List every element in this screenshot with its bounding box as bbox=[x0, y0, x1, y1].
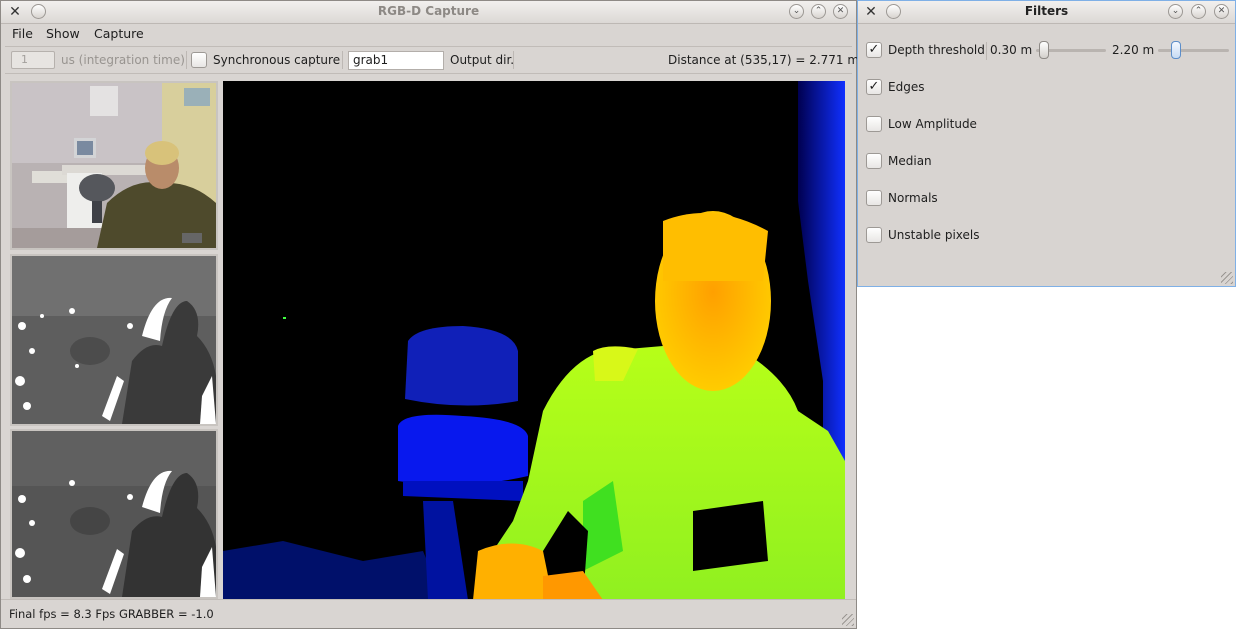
integration-time-label: us (integration time) bbox=[61, 53, 185, 67]
low-amplitude-checkbox[interactable] bbox=[866, 116, 882, 132]
maximize-icon[interactable]: ⌃ bbox=[811, 4, 826, 19]
depth-min-label: 0.30 m bbox=[990, 43, 1033, 57]
minimize-icon[interactable]: ⌄ bbox=[789, 4, 804, 19]
unstable-pixels-label: Unstable pixels bbox=[888, 228, 980, 242]
toolbar-separator bbox=[513, 51, 514, 69]
depth-gray-view-2[interactable] bbox=[10, 429, 218, 599]
depth-gray-image-2 bbox=[12, 431, 216, 597]
toolbar-separator bbox=[342, 51, 343, 69]
rgbd-capture-window: ✕ RGB-D Capture ⌄ ⌃ ✕ File Show Capture … bbox=[0, 0, 859, 629]
filter-separator bbox=[986, 42, 987, 60]
title-bar[interactable]: ✕ RGB-D Capture ⌄ ⌃ ✕ bbox=[1, 1, 856, 24]
close-icon[interactable]: ✕ bbox=[1214, 4, 1229, 19]
minimize-icon[interactable]: ⌄ bbox=[1168, 4, 1183, 19]
menu-bar: File Show Capture bbox=[1, 23, 856, 45]
depth-color-view[interactable] bbox=[223, 81, 845, 600]
menu-show[interactable]: Show bbox=[46, 26, 80, 41]
resize-grip-icon[interactable] bbox=[842, 614, 854, 626]
output-dir-label: Output dir. bbox=[450, 53, 515, 67]
depth-max-slider-handle[interactable] bbox=[1171, 41, 1181, 59]
depth-min-slider-handle[interactable] bbox=[1039, 41, 1049, 59]
depth-threshold-checkbox[interactable]: ✓ bbox=[866, 42, 882, 58]
sync-capture-checkbox[interactable] bbox=[191, 52, 207, 68]
menu-capture[interactable]: Capture bbox=[94, 26, 144, 41]
depth-color-image bbox=[223, 81, 845, 600]
toolbar: 1 us (integration time) Synchronous capt… bbox=[5, 46, 859, 74]
rgb-image-view[interactable] bbox=[10, 81, 218, 250]
low-amplitude-label: Low Amplitude bbox=[888, 117, 977, 131]
median-checkbox[interactable] bbox=[866, 153, 882, 169]
edges-checkbox[interactable]: ✓ bbox=[866, 79, 882, 95]
normals-checkbox[interactable] bbox=[866, 190, 882, 206]
window-title: RGB-D Capture bbox=[377, 4, 480, 18]
median-label: Median bbox=[888, 154, 932, 168]
integration-time-spinbox[interactable]: 1 bbox=[11, 51, 55, 69]
close-icon[interactable]: ✕ bbox=[833, 4, 848, 19]
filters-window: ✕ Filters ⌄ ⌃ ✕ ✓ Depth threshold 0.30 m… bbox=[857, 0, 1236, 287]
normals-label: Normals bbox=[888, 191, 938, 205]
depth-threshold-row: ✓ Depth threshold 0.30 m 2.20 m bbox=[866, 41, 1231, 61]
sync-capture-label: Synchronous capture bbox=[213, 53, 341, 67]
resize-grip-icon[interactable] bbox=[1221, 272, 1233, 284]
distance-readout: Distance at (535,17) = 2.771 m bbox=[668, 53, 860, 67]
maximize-icon[interactable]: ⌃ bbox=[1191, 4, 1206, 19]
toolbar-separator bbox=[186, 51, 187, 69]
output-dir-input[interactable]: grab1 bbox=[348, 51, 444, 70]
depth-gray-view-1[interactable] bbox=[10, 254, 218, 426]
rgb-camera-image bbox=[12, 83, 216, 248]
menu-file[interactable]: File bbox=[12, 26, 33, 41]
depth-max-slider-track[interactable] bbox=[1158, 49, 1229, 52]
edges-label: Edges bbox=[888, 80, 925, 94]
status-text: Final fps = 8.3 Fps GRABBER = -1.0 bbox=[9, 607, 214, 621]
filters-title-bar[interactable]: ✕ Filters ⌄ ⌃ ✕ bbox=[858, 1, 1235, 24]
depth-threshold-label: Depth threshold bbox=[888, 43, 985, 57]
unstable-pixels-checkbox[interactable] bbox=[866, 227, 882, 243]
depth-gray-image-1 bbox=[12, 256, 216, 424]
depth-max-label: 2.20 m bbox=[1112, 43, 1155, 57]
status-bar: Final fps = 8.3 Fps GRABBER = -1.0 bbox=[1, 599, 856, 628]
